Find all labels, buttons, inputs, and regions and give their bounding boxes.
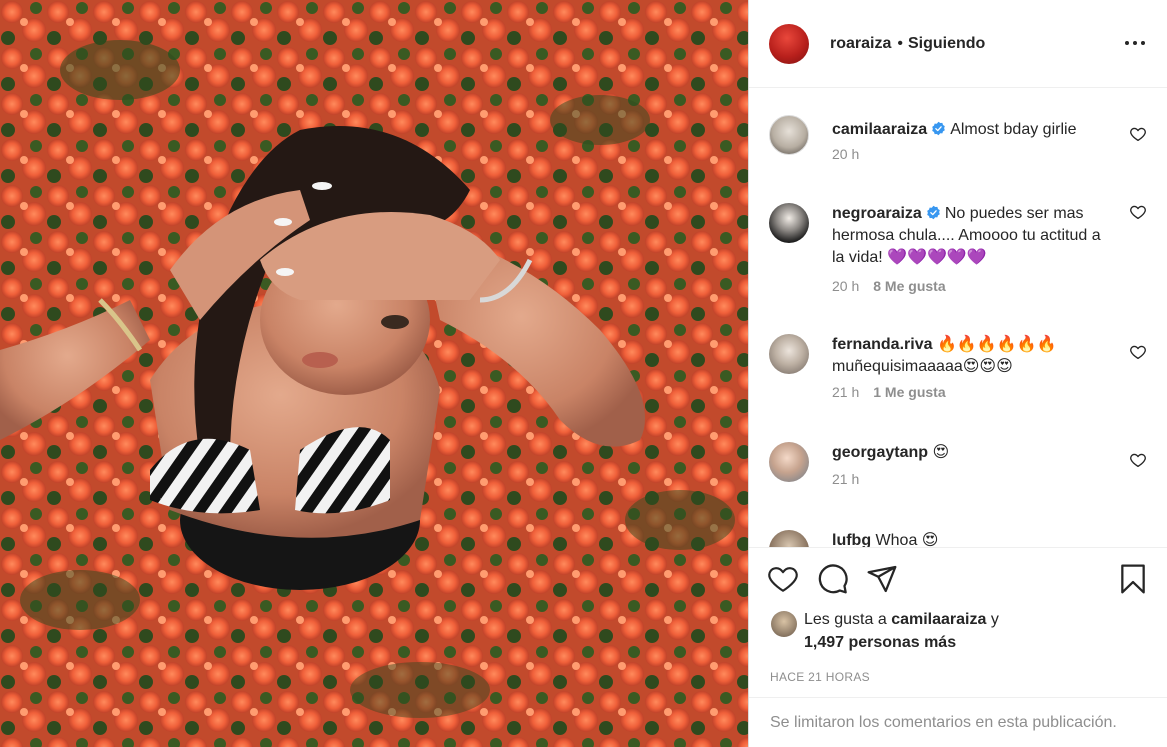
comment-text-block: camilaaraiza Almost bday girlie [832, 119, 1103, 141]
comment-username[interactable]: camilaaraiza [832, 121, 927, 138]
comment-time[interactable]: 21 h [832, 384, 859, 400]
comment-text-block: georgaytanp 😍 [832, 442, 1103, 464]
comment-username[interactable]: negroaraiza [832, 205, 922, 222]
comment-text-block: negroaraiza No puedes ser mas hermosa chu… [832, 203, 1103, 269]
comment-username[interactable]: lufbg [832, 532, 871, 547]
comment-item: fernanda.riva 🔥🔥🔥🔥🔥🔥 muñequisimaaaaa😍😍😍 … [769, 334, 1147, 414]
post-photo[interactable] [0, 0, 748, 747]
likes-text: Les gusta a camilaaraiza y 1,497 persona… [804, 608, 999, 654]
separator-dot: • [897, 34, 903, 52]
author-username[interactable]: roaraiza [830, 35, 891, 53]
heart-icon[interactable] [1129, 125, 1147, 143]
comments-list[interactable]: camilaaraiza Almost bday girlie 20 h negr… [749, 88, 1167, 548]
photo-flowers-portrait [0, 0, 748, 747]
commenter-avatar[interactable] [769, 442, 809, 482]
post-timestamp[interactable]: HACE 21 HORAS [749, 668, 1167, 698]
verified-badge-icon [927, 205, 940, 220]
heart-icon[interactable] [767, 563, 799, 595]
bookmark-icon[interactable] [1117, 563, 1149, 595]
commenter-avatar[interactable] [769, 115, 809, 155]
comment-likes[interactable]: 1 Me gusta [873, 384, 945, 400]
comment-text: Almost bday girlie [950, 121, 1077, 138]
comment-bubble-icon[interactable] [817, 563, 849, 595]
comment-meta: 20 h [832, 146, 859, 162]
post-side-panel: roaraiza • Siguiendo camilaaraiza Almost … [748, 0, 1167, 747]
likes-suffix: y [990, 611, 999, 628]
commenter-avatar[interactable] [769, 203, 809, 243]
comment-meta: 20 h 8 Me gusta [832, 278, 946, 294]
comment-meta: 21 h [832, 471, 859, 487]
likes-count[interactable]: 1,497 personas más [804, 634, 956, 651]
comment-text: Whoa 😍 [875, 532, 939, 548]
comment-likes[interactable]: 8 Me gusta [873, 278, 945, 294]
liker-avatar[interactable] [771, 611, 797, 637]
heart-icon[interactable] [1129, 451, 1147, 469]
comment-username[interactable]: georgaytanp [832, 444, 928, 461]
heart-icon[interactable] [1129, 203, 1147, 221]
comment-item: negroaraiza No puedes ser mas hermosa chu… [769, 203, 1147, 303]
following-button[interactable]: Siguiendo [908, 35, 985, 53]
comment-text-block: fernanda.riva 🔥🔥🔥🔥🔥🔥 muñequisimaaaaa😍😍😍 [832, 334, 1103, 378]
likes-summary: Les gusta a camilaaraiza y 1,497 persona… [749, 608, 1167, 668]
verified-badge-icon [932, 121, 945, 136]
comments-limited-notice: Se limitaron los comentarios en esta pub… [770, 713, 1117, 731]
comment-text-block: lufbg Whoa 😍 [832, 530, 1103, 548]
comment-text: 😍 [932, 444, 950, 461]
heart-icon[interactable] [1129, 343, 1147, 361]
post-header: roaraiza • Siguiendo [749, 0, 1167, 88]
author-avatar[interactable] [769, 23, 809, 64]
instagram-post-view: roaraiza • Siguiendo camilaaraiza Almost … [0, 0, 1167, 747]
comment-username[interactable]: fernanda.riva [832, 336, 932, 353]
commenter-avatar[interactable] [769, 334, 809, 374]
likes-prefix: Les gusta a [804, 611, 887, 628]
comment-item: camilaaraiza Almost bday girlie 20 h [769, 115, 1147, 185]
comment-time[interactable]: 20 h [832, 278, 859, 294]
liker-username[interactable]: camilaaraiza [891, 611, 986, 628]
comment-meta: 21 h 1 Me gusta [832, 384, 946, 400]
comment-item: georgaytanp 😍 21 h [769, 442, 1147, 512]
post-actions [749, 548, 1167, 608]
paper-plane-icon[interactable] [866, 563, 898, 595]
comment-time[interactable]: 20 h [832, 146, 859, 162]
comment-item: lufbg Whoa 😍 [769, 530, 1147, 548]
ellipsis-icon[interactable] [1125, 36, 1145, 50]
commenter-avatar[interactable] [769, 530, 809, 547]
comment-time[interactable]: 21 h [832, 471, 859, 487]
